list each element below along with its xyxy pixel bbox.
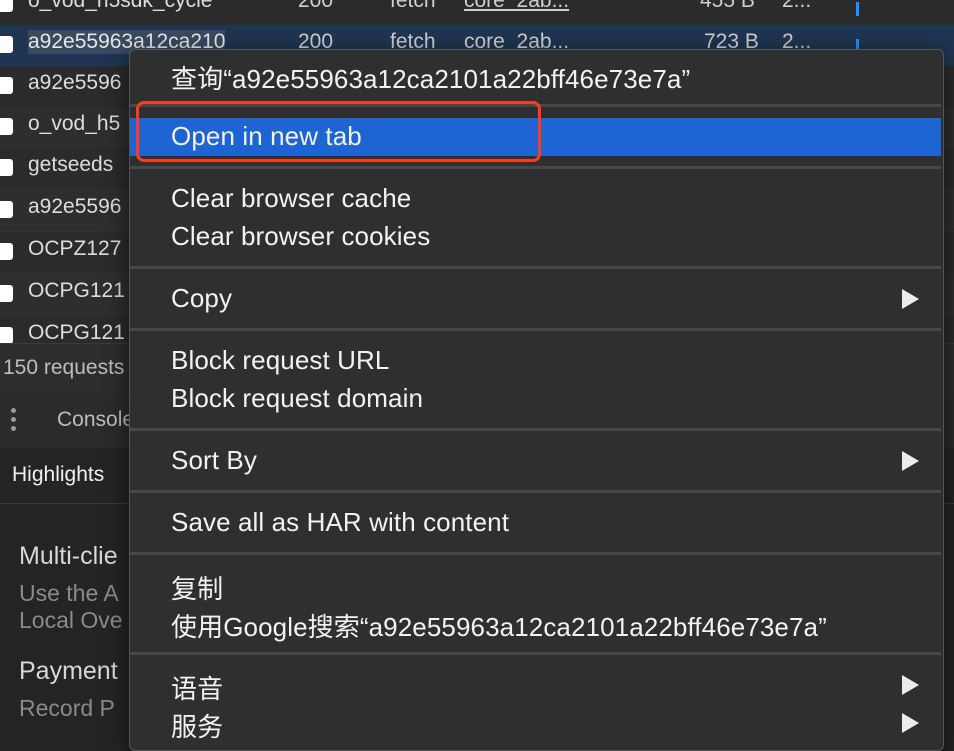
menu-item-google-search[interactable]: 使用Google搜索“a92e55963a12ca2101a22bff46e73…	[130, 604, 941, 642]
row-checkbox[interactable]	[0, 36, 13, 53]
row-checkbox[interactable]	[0, 0, 13, 12]
menu-separator	[130, 490, 941, 493]
menu-item-open-in-new-tab[interactable]: Open in new tab	[130, 118, 941, 156]
feature-description: Use the A	[19, 580, 119, 606]
menu-item-label: Clear browser cache	[171, 183, 412, 213]
row-checkbox[interactable]	[0, 243, 13, 260]
context-menu: 查询“a92e55963a12ca2101a22bff46e73e7a” Ope…	[129, 49, 944, 751]
menu-item-label: 查询“a92e55963a12ca2101a22bff46e73e7a”	[171, 64, 691, 94]
menu-separator	[130, 552, 941, 555]
menu-separator	[130, 266, 941, 269]
waterfall-bar	[856, 2, 859, 16]
menu-item-label: Clear browser cookies	[171, 221, 431, 251]
request-name: a92e5596	[28, 195, 122, 218]
chevron-right-icon	[902, 451, 919, 471]
menu-item-label: Block request URL	[171, 345, 390, 375]
chevron-right-icon	[902, 675, 919, 695]
menu-separator	[130, 428, 941, 431]
request-type: fetch	[390, 0, 436, 12]
menu-separator	[130, 166, 941, 169]
menu-item-block-request-domain[interactable]: Block request domain	[130, 380, 941, 418]
request-time: 2...	[782, 0, 812, 12]
request-initiator[interactable]: core_2ab...	[464, 0, 569, 13]
menu-item-label: Open in new tab	[171, 121, 362, 151]
request-size: 455 B	[700, 0, 755, 12]
row-checkbox[interactable]	[0, 285, 13, 302]
row-checkbox[interactable]	[0, 118, 13, 135]
menu-item-block-request-url[interactable]: Block request URL	[130, 342, 941, 380]
menu-item-label: 复制	[171, 574, 224, 604]
row-checkbox[interactable]	[0, 159, 13, 176]
menu-item-search-query[interactable]: 查询“a92e55963a12ca2101a22bff46e73e7a”	[130, 56, 941, 94]
menu-separator	[130, 104, 941, 107]
menu-item-speech[interactable]: 语音	[130, 666, 941, 704]
menu-item-services[interactable]: 服务	[130, 704, 941, 742]
menu-item-label: Copy	[171, 283, 233, 313]
feature-title: Multi-clie	[19, 542, 118, 570]
menu-item-clear-browser-cookies[interactable]: Clear browser cookies	[130, 218, 941, 256]
feature-title: Payment	[19, 657, 118, 685]
more-vertical-icon[interactable]	[11, 408, 17, 434]
request-name: OCPG121	[28, 279, 125, 302]
menu-item-label: Sort By	[171, 445, 257, 475]
row-checkbox[interactable]	[0, 327, 13, 343]
menu-item-save-all-as-har[interactable]: Save all as HAR with content	[130, 504, 941, 542]
tab-console[interactable]: Console	[57, 408, 134, 432]
menu-item-label: 语音	[171, 674, 224, 704]
row-checkbox[interactable]	[0, 201, 13, 218]
request-name: o_vod_h5	[28, 112, 121, 135]
chevron-right-icon	[902, 289, 919, 309]
request-count: 150 requests	[3, 356, 125, 379]
chevron-right-icon	[902, 713, 919, 733]
menu-item-label: 使用Google搜索“a92e55963a12ca2101a22bff46e73…	[171, 612, 827, 642]
request-name: a92e5596	[28, 71, 122, 94]
row-checkbox[interactable]	[0, 77, 13, 94]
menu-separator	[130, 652, 941, 655]
feature-description: Local Ove	[19, 607, 123, 633]
request-name: OCPG121	[28, 321, 125, 343]
menu-item-label: Save all as HAR with content	[171, 507, 510, 537]
menu-item-label: 服务	[171, 712, 224, 742]
menu-separator	[130, 328, 941, 331]
table-row[interactable]: o_vod_h5sdk_cycle 200 fetch core_2ab... …	[0, 0, 954, 26]
highlights-label: Highlights	[12, 463, 105, 486]
request-status: 200	[298, 0, 334, 12]
menu-item-sort-by[interactable]: Sort By	[130, 442, 941, 480]
request-name: o_vod_h5sdk_cycle	[28, 0, 213, 12]
menu-item-copy[interactable]: Copy	[130, 280, 941, 318]
menu-item-clear-browser-cache[interactable]: Clear browser cache	[130, 180, 941, 218]
request-name: getseeds	[28, 153, 114, 176]
menu-item-label: Block request domain	[171, 383, 424, 413]
menu-item-copy-cn[interactable]: 复制	[130, 566, 941, 604]
request-name: OCPZ127	[28, 237, 122, 260]
